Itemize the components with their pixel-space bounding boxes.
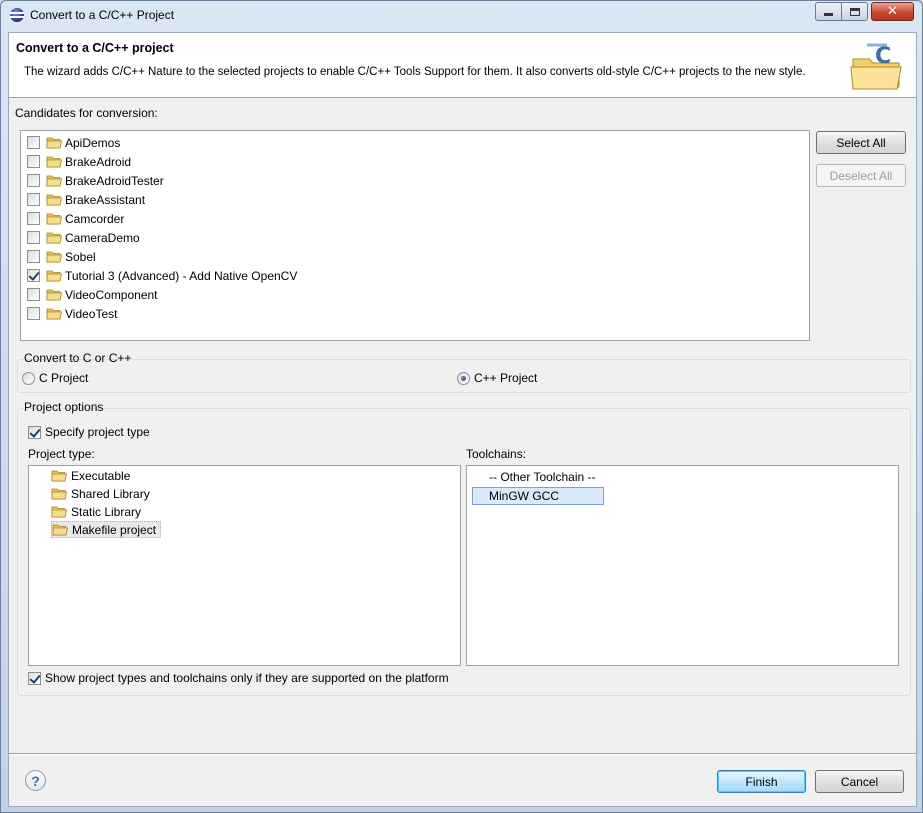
- candidate-label: BrakeAssistant: [65, 192, 146, 207]
- cpp-project-radio-button[interactable]: [457, 371, 470, 385]
- folder-icon: [52, 524, 68, 536]
- folder-icon: [46, 175, 62, 187]
- specify-type-check[interactable]: [28, 425, 41, 439]
- folder-icon: [46, 213, 62, 225]
- title-bar[interactable]: Convert to a C/C++ Project ✕: [1, 1, 922, 31]
- cpp-project-radio[interactable]: C++ Project: [457, 371, 537, 385]
- convert-wizard-icon: C: [850, 43, 902, 90]
- folder-icon: [46, 289, 62, 301]
- help-icon: ?: [31, 772, 40, 789]
- candidate-label: Camcorder: [65, 211, 125, 226]
- folder-icon: [51, 470, 67, 482]
- project-type-item[interactable]: Makefile project: [51, 521, 162, 538]
- candidate-label: Sobel: [65, 249, 96, 264]
- show-supported-check[interactable]: [28, 671, 41, 685]
- specify-project-type-checkbox[interactable]: Specify project type: [28, 425, 150, 439]
- candidate-label: CameraDemo: [65, 230, 140, 245]
- candidate-checkbox[interactable]: [27, 136, 40, 149]
- toolchain-item[interactable]: -- Other Toolchain --: [472, 468, 595, 486]
- specify-type-label: Specify project type: [45, 425, 150, 439]
- candidate-item[interactable]: VideoTest: [27, 304, 117, 323]
- candidate-item[interactable]: Sobel: [27, 247, 96, 266]
- candidates-label: Candidates for conversion:: [15, 106, 158, 120]
- toolchain-label: MinGW GCC: [489, 489, 559, 503]
- project-type-list[interactable]: Executable Shared Library Static Library…: [28, 465, 461, 666]
- select-all-button[interactable]: Select All: [816, 131, 906, 154]
- close-button[interactable]: ✕: [871, 2, 914, 21]
- project-type-item[interactable]: Static Library: [51, 503, 145, 520]
- convert-group-label: Convert to C or C++: [24, 351, 132, 365]
- header-description: The wizard adds C/C++ Nature to the sele…: [24, 66, 806, 78]
- candidate-checkbox[interactable]: [27, 269, 40, 282]
- candidate-checkbox[interactable]: [27, 174, 40, 187]
- dialog-window: Convert to a C/C++ Project ✕ Convert to …: [0, 0, 923, 813]
- help-button[interactable]: ?: [25, 770, 46, 791]
- candidates-list[interactable]: ApiDemos BrakeAdroid BrakeAdroidTester B…: [20, 130, 810, 341]
- folder-icon: [46, 270, 62, 282]
- folder-icon: [51, 488, 67, 500]
- cancel-button[interactable]: Cancel: [815, 770, 904, 793]
- candidate-item[interactable]: VideoComponent: [27, 285, 158, 304]
- candidate-item[interactable]: CameraDemo: [27, 228, 140, 247]
- show-supported-label: Show project types and toolchains only i…: [45, 671, 449, 685]
- close-icon: ✕: [887, 4, 898, 19]
- folder-icon: [51, 506, 67, 518]
- candidate-label: BrakeAdroidTester: [65, 173, 164, 188]
- project-type-item[interactable]: Executable: [51, 467, 134, 484]
- c-project-radio[interactable]: C Project: [22, 371, 88, 385]
- candidate-checkbox[interactable]: [27, 212, 40, 225]
- candidate-label: VideoTest: [65, 306, 118, 321]
- minimize-icon: [824, 13, 833, 16]
- toolchains-list[interactable]: -- Other Toolchain -- MinGW GCC: [466, 465, 899, 666]
- project-type-label-text: Shared Library: [71, 486, 150, 501]
- project-type-item[interactable]: Shared Library: [51, 485, 154, 502]
- project-type-label-text: Makefile project: [72, 522, 157, 537]
- candidate-item[interactable]: BrakeAssistant: [27, 190, 145, 209]
- toolchain-item[interactable]: MinGW GCC: [472, 487, 604, 505]
- candidate-checkbox[interactable]: [27, 250, 40, 263]
- candidate-checkbox[interactable]: [27, 288, 40, 301]
- minimize-button[interactable]: [815, 2, 842, 21]
- folder-icon: [46, 232, 62, 244]
- candidate-item[interactable]: Camcorder: [27, 209, 124, 228]
- folder-icon: [46, 156, 62, 168]
- cpp-project-label: C++ Project: [474, 371, 538, 385]
- candidate-checkbox[interactable]: [27, 193, 40, 206]
- folder-icon: [46, 137, 62, 149]
- candidate-label: ApiDemos: [65, 135, 121, 150]
- deselect-all-button[interactable]: Deselect All: [816, 164, 906, 187]
- window-title: Convert to a C/C++ Project: [30, 8, 175, 22]
- candidate-checkbox[interactable]: [27, 307, 40, 320]
- header-title: Convert to a C/C++ project: [16, 41, 174, 55]
- toolchain-label: -- Other Toolchain --: [489, 470, 596, 484]
- folder-icon: [46, 251, 62, 263]
- candidate-label: BrakeAdroid: [65, 154, 132, 169]
- folder-icon: [46, 194, 62, 206]
- finish-button[interactable]: Finish: [717, 770, 806, 793]
- candidate-item[interactable]: BrakeAdroidTester: [27, 171, 164, 190]
- project-type-label: Project type:: [28, 447, 95, 461]
- wizard-header: Convert to a C/C++ project The wizard ad…: [9, 33, 916, 98]
- show-supported-checkbox[interactable]: Show project types and toolchains only i…: [28, 671, 449, 685]
- c-project-radio-button[interactable]: [22, 371, 35, 385]
- svg-text:C: C: [875, 44, 891, 69]
- project-type-label-text: Executable: [71, 468, 131, 483]
- eclipse-icon: [10, 8, 24, 22]
- candidate-checkbox[interactable]: [27, 231, 40, 244]
- candidate-item[interactable]: ApiDemos: [27, 133, 120, 152]
- candidate-label: VideoComponent: [65, 287, 158, 302]
- dialog-content: Convert to a C/C++ project The wizard ad…: [8, 32, 917, 807]
- candidate-label: Tutorial 3 (Advanced) - Add Native OpenC…: [65, 268, 298, 283]
- candidate-item[interactable]: Tutorial 3 (Advanced) - Add Native OpenC…: [27, 266, 297, 285]
- maximize-icon: [849, 7, 860, 16]
- folder-icon: [46, 308, 62, 320]
- candidate-checkbox[interactable]: [27, 155, 40, 168]
- project-options-label: Project options: [24, 400, 104, 414]
- candidate-item[interactable]: BrakeAdroid: [27, 152, 131, 171]
- c-project-label: C Project: [39, 371, 89, 385]
- toolchains-label: Toolchains:: [466, 447, 527, 461]
- maximize-button[interactable]: [841, 2, 868, 21]
- project-type-label-text: Static Library: [71, 504, 142, 519]
- footer-separator: [9, 753, 916, 755]
